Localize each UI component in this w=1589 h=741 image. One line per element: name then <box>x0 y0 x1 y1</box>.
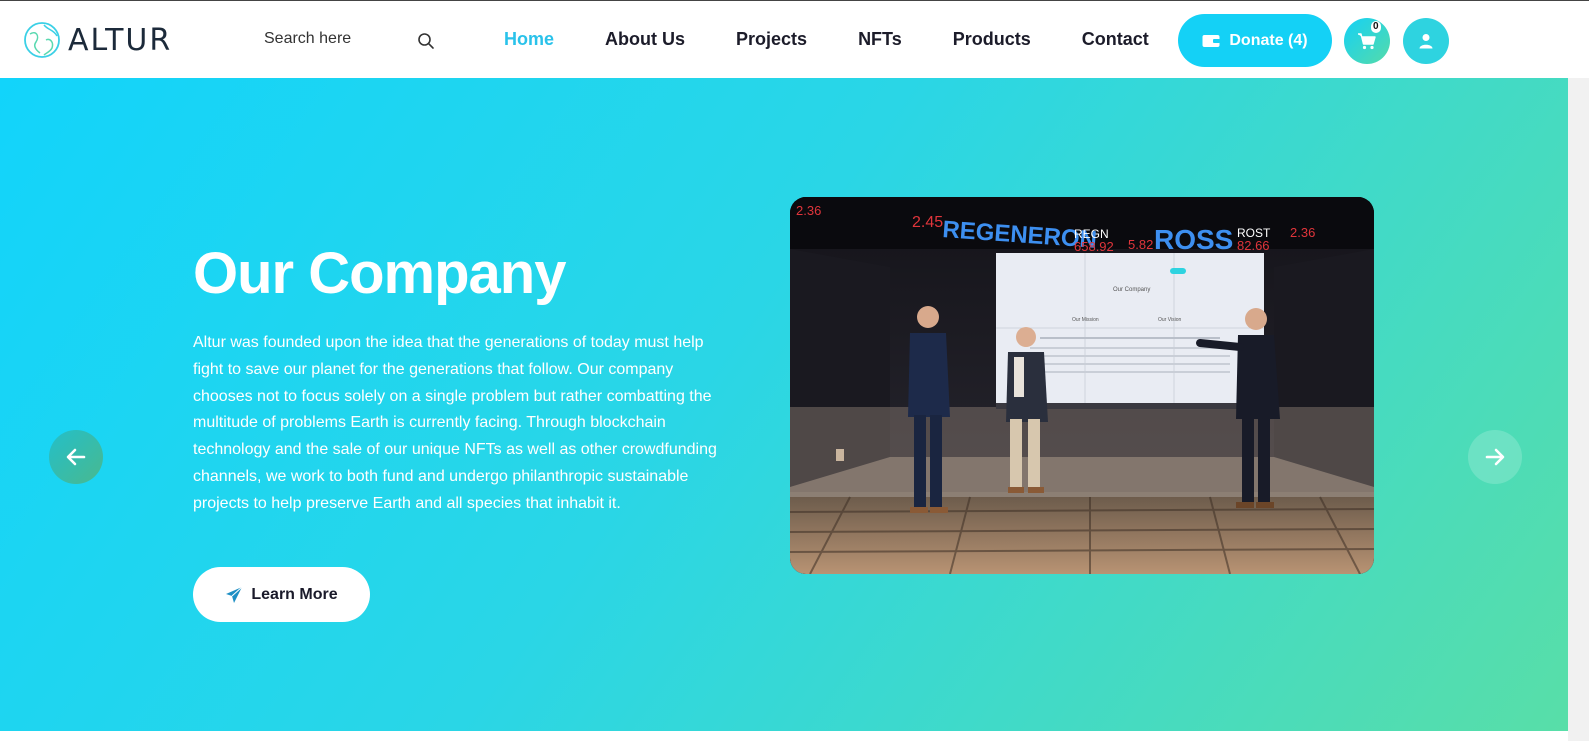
search-box <box>264 25 444 55</box>
search-icon[interactable] <box>416 31 436 51</box>
nav-nfts[interactable]: NFTs <box>858 29 902 50</box>
globe-logo-icon <box>24 22 60 58</box>
carousel-prev-button[interactable] <box>49 430 103 484</box>
site-logo[interactable]: ALTUR <box>22 20 172 60</box>
page-bottom-strip <box>0 731 1568 741</box>
hero-section: Our Company Altur was founded upon the i… <box>0 78 1568 731</box>
cart-icon <box>1358 33 1376 50</box>
screen-vision-heading: Our Vision <box>1158 317 1181 323</box>
hero-title: Our Company <box>193 241 566 306</box>
ticker-value: 2.36 <box>796 203 821 218</box>
ticker-value: 2.36 <box>1290 225 1315 240</box>
ticker-company: ROSS <box>1154 224 1233 255</box>
presentation-room-image: 2.36 2.45 REGENERON REGN 658.92 5.82 ROS… <box>790 197 1374 574</box>
donate-label: Donate (4) <box>1229 31 1308 49</box>
carousel-next-button[interactable] <box>1468 430 1522 484</box>
logo-text: ALTUR <box>68 22 173 58</box>
nav-projects[interactable]: Projects <box>736 29 807 50</box>
learn-more-label: Learn More <box>251 585 338 603</box>
search-input[interactable] <box>264 25 404 53</box>
nav-home[interactable]: Home <box>504 29 554 50</box>
nav-contact[interactable]: Contact <box>1082 29 1149 50</box>
main-nav: Home About Us Projects NFTs Products Con… <box>504 29 1200 50</box>
ticker-value: 658.92 <box>1074 239 1114 254</box>
user-icon <box>1419 34 1433 49</box>
learn-more-button[interactable]: Learn More <box>193 567 370 622</box>
hero-photo: 2.36 2.45 REGENERON REGN 658.92 5.82 ROS… <box>790 197 1374 574</box>
screen-heading: Our Company <box>1113 287 1150 293</box>
ticker-value: 82.66 <box>1237 238 1270 253</box>
ticker-value: 2.45 <box>912 214 943 231</box>
donate-button[interactable]: Donate (4) <box>1178 14 1332 67</box>
paper-plane-icon <box>226 586 243 603</box>
page-scrollbar[interactable] <box>1568 78 1589 741</box>
wallet-icon <box>1202 34 1221 47</box>
ticker-value: 5.82 <box>1128 237 1153 252</box>
site-header: ALTUR Home About Us Projects NFTs Produc… <box>0 0 1589 78</box>
nav-products[interactable]: Products <box>953 29 1031 50</box>
hero-description: Altur was founded upon the idea that the… <box>193 334 717 512</box>
screen-mission-heading: Our Mission <box>1072 317 1099 323</box>
cart-count-badge: 0 <box>1371 21 1381 33</box>
arrow-right-icon <box>1485 448 1505 466</box>
cart-button[interactable]: 0 <box>1344 18 1390 64</box>
arrow-left-icon <box>66 448 86 466</box>
user-account-button[interactable] <box>1403 18 1449 64</box>
nav-about-us[interactable]: About Us <box>605 29 685 50</box>
